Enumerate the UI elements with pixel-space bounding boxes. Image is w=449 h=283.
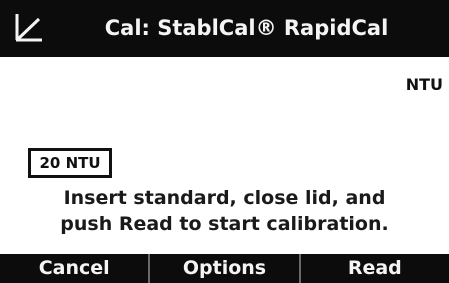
reading-unit-label: NTU [405, 75, 443, 94]
instruction-line-2: push Read to start calibration. [60, 213, 389, 235]
page-title: Cal: StablCal® RapidCal [104, 16, 389, 40]
title-bar: Cal: StablCal® RapidCal [0, 0, 449, 57]
instrument-screen: Cal: StablCal® RapidCal NTU 20 NTU Inser… [0, 0, 449, 283]
calibration-checkmark-icon [14, 11, 44, 43]
cancel-button[interactable]: Cancel [0, 254, 148, 283]
instruction-line-1: Insert standard, close lid, and [63, 187, 386, 209]
standard-value-box: 20 NTU [28, 148, 112, 178]
options-button[interactable]: Options [148, 254, 298, 283]
read-button[interactable]: Read [298, 254, 449, 283]
softkey-bar: Cancel Options Read [0, 254, 449, 283]
